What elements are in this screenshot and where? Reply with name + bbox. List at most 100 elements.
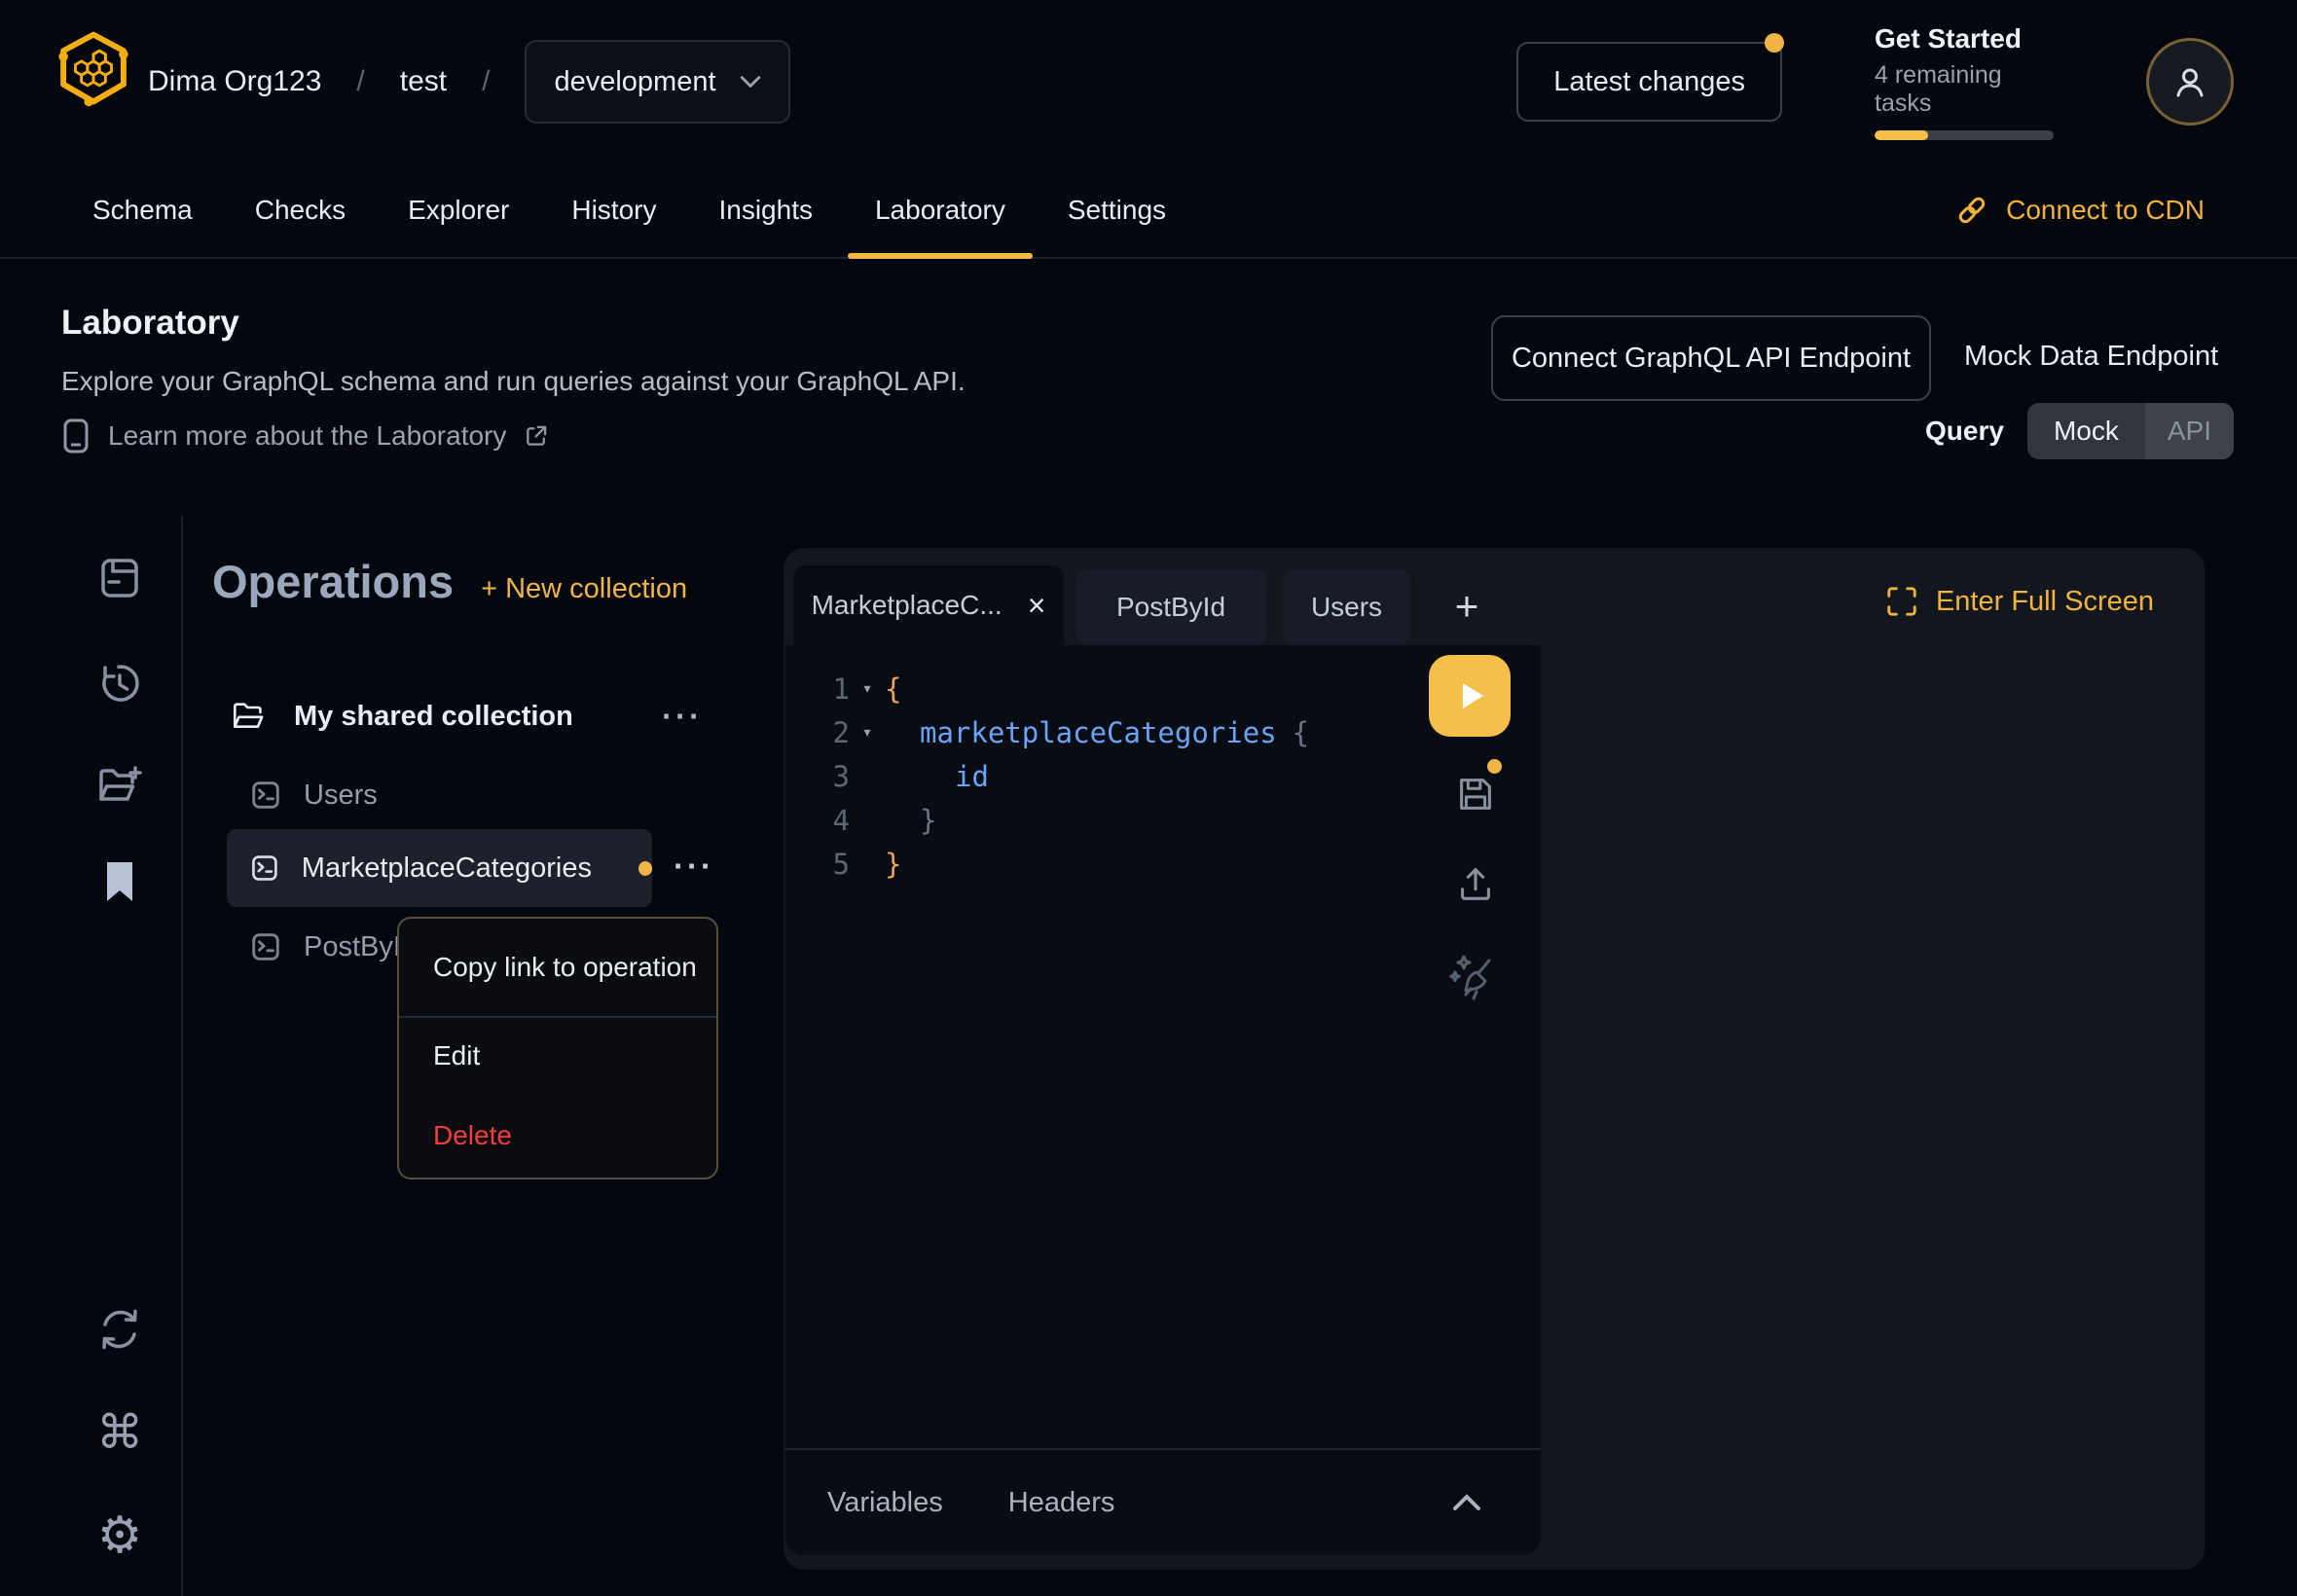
broom-sparkles-icon: [1446, 949, 1501, 1003]
query-mode-toggle: Mock API: [2027, 403, 2234, 459]
get-started-title: Get Started: [1875, 23, 2054, 54]
editor-tab-label: Users: [1311, 592, 1382, 623]
run-query-button[interactable]: [1429, 655, 1511, 737]
header-right: Latest changes Get Started 4 remaining t…: [1516, 0, 2234, 163]
editor-tab-label: MarketplaceC...: [812, 590, 1003, 621]
new-collection-button[interactable]: + New collection: [481, 573, 687, 605]
new-collection-folder-icon[interactable]: [78, 762, 162, 809]
editor-tab-marketplacecategories[interactable]: MarketplaceC... ×: [793, 565, 1064, 645]
fold-arrow-icon[interactable]: ▾: [850, 722, 885, 743]
operation-context-menu: Copy link to operation Edit Delete: [397, 917, 718, 1179]
mock-data-endpoint-link[interactable]: Mock Data Endpoint: [1964, 315, 2218, 397]
get-started-progress: [1875, 130, 2054, 140]
operation-editor[interactable]: 1 ▾ { 2 ▾ marketplaceCategories { 3 id 4…: [785, 645, 1541, 1555]
editor-tab-postbyid[interactable]: PostById: [1076, 569, 1266, 645]
mode-api-option[interactable]: API: [2145, 403, 2234, 459]
connect-to-cdn-link[interactable]: Connect to CDN: [1955, 163, 2205, 257]
code-line: 5 }: [785, 842, 1541, 886]
breadcrumb-graph[interactable]: test: [400, 65, 447, 98]
gear-glyph: ⚙: [97, 1510, 143, 1561]
breadcrumb-separator: /: [356, 65, 364, 98]
menu-item-edit[interactable]: Edit: [399, 1018, 716, 1094]
history-icon[interactable]: [78, 660, 162, 707]
learn-more-label: Learn more about the Laboratory: [108, 420, 506, 452]
learn-more-link[interactable]: Learn more about the Laboratory: [61, 417, 549, 455]
connect-to-cdn-label: Connect to CDN: [2006, 195, 2205, 226]
fold-arrow-icon[interactable]: ▾: [850, 678, 885, 699]
save-button[interactable]: [1453, 772, 1498, 816]
apollo-logo-icon[interactable]: [56, 29, 130, 107]
query-label: Query: [1925, 416, 2004, 447]
progress-fill: [1875, 130, 1928, 140]
tab-checks[interactable]: Checks: [255, 163, 346, 257]
settings-gear-icon[interactable]: ⚙: [78, 1510, 162, 1561]
app-header: Dima Org123 / test / development Latest …: [0, 0, 2297, 163]
code-token: }: [920, 804, 936, 837]
documentation-icon[interactable]: [78, 555, 162, 601]
chevron-down-icon: [740, 75, 761, 89]
operations-heading: Operations + New collection: [212, 555, 687, 608]
tab-schema[interactable]: Schema: [92, 163, 193, 257]
latest-changes-button[interactable]: Latest changes: [1516, 42, 1782, 122]
tab-explorer[interactable]: Explorer: [408, 163, 509, 257]
operations-title: Operations: [212, 555, 454, 608]
code-token: {: [885, 672, 901, 706]
line-number: 5: [785, 848, 850, 881]
collection-menu-button[interactable]: ···: [662, 707, 703, 726]
fullscreen-icon: [1885, 585, 1918, 618]
environment-dropdown[interactable]: development: [525, 40, 789, 124]
get-started-subtitle: 4 remaining tasks: [1875, 61, 2054, 118]
user-avatar[interactable]: [2146, 38, 2234, 126]
person-icon: [2170, 62, 2209, 101]
prettify-broom-button[interactable]: [1446, 949, 1501, 1003]
operation-item-marketplacecategories[interactable]: MarketplaceCategories: [227, 829, 652, 907]
line-number: 2: [785, 716, 850, 749]
query-mode-row: Query Mock API: [1925, 403, 2234, 459]
play-icon: [1448, 674, 1491, 717]
menu-item-copy-link[interactable]: Copy link to operation: [399, 919, 716, 1016]
command-shortcuts-icon[interactable]: ⌘: [78, 1409, 162, 1456]
code-line: 2 ▾ marketplaceCategories {: [785, 710, 1541, 754]
operation-item-postbyid[interactable]: PostById: [249, 921, 417, 973]
tab-insights[interactable]: Insights: [718, 163, 813, 257]
environment-label: development: [554, 66, 715, 98]
tab-history[interactable]: History: [571, 163, 656, 257]
code-area[interactable]: 1 ▾ { 2 ▾ marketplaceCategories { 3 id 4…: [785, 667, 1541, 886]
get-started-widget[interactable]: Get Started 4 remaining tasks: [1875, 23, 2054, 140]
share-upload-button[interactable]: [1453, 861, 1498, 906]
operation-icon: [249, 779, 282, 812]
connect-graphql-endpoint-label: Connect GraphQL API Endpoint: [1512, 343, 1911, 375]
save-icon: [1453, 772, 1498, 816]
sync-icon[interactable]: [78, 1306, 162, 1353]
close-tab-icon[interactable]: ×: [1028, 592, 1046, 619]
tab-settings[interactable]: Settings: [1068, 163, 1166, 257]
breadcrumb-org[interactable]: Dima Org123: [148, 65, 321, 98]
bookmark-icon[interactable]: [78, 858, 162, 905]
operation-icon: [249, 930, 282, 963]
enter-fullscreen-label: Enter Full Screen: [1936, 586, 2154, 618]
code-token: marketplaceCategories: [920, 716, 1277, 749]
editor-tab-users[interactable]: Users: [1283, 569, 1410, 645]
menu-item-delete[interactable]: Delete: [399, 1094, 716, 1178]
operation-item-users[interactable]: Users: [249, 769, 378, 821]
mode-mock-option[interactable]: Mock: [2027, 403, 2145, 459]
page-description: Explore your GraphQL schema and run quer…: [61, 366, 966, 397]
nav-tabs: Schema Checks Explorer History Insights …: [92, 163, 1166, 257]
tab-laboratory[interactable]: Laboratory: [875, 163, 1005, 257]
variables-tab[interactable]: Variables: [827, 1487, 943, 1519]
mock-data-endpoint-label: Mock Data Endpoint: [1964, 341, 2218, 373]
unsaved-changes-dot: [1487, 759, 1502, 774]
command-glyph: ⌘: [96, 1409, 143, 1456]
new-tab-button[interactable]: +: [1438, 577, 1496, 635]
headers-tab[interactable]: Headers: [1008, 1487, 1115, 1519]
breadcrumb-separator: /: [482, 65, 490, 98]
operation-menu-button[interactable]: ···: [674, 856, 714, 876]
collection-row[interactable]: My shared collection ···: [232, 687, 703, 745]
external-link-icon: [524, 423, 549, 449]
enter-fullscreen-link[interactable]: Enter Full Screen: [1885, 585, 2154, 618]
unsaved-dot: [638, 861, 652, 876]
operation-label: MarketplaceCategories: [302, 852, 592, 885]
connect-graphql-endpoint-button[interactable]: Connect GraphQL API Endpoint: [1491, 315, 1931, 401]
query-panel: MarketplaceC... × PostById Users + Enter…: [784, 548, 2205, 1570]
collapse-chevron-icon[interactable]: [1452, 1494, 1481, 1511]
